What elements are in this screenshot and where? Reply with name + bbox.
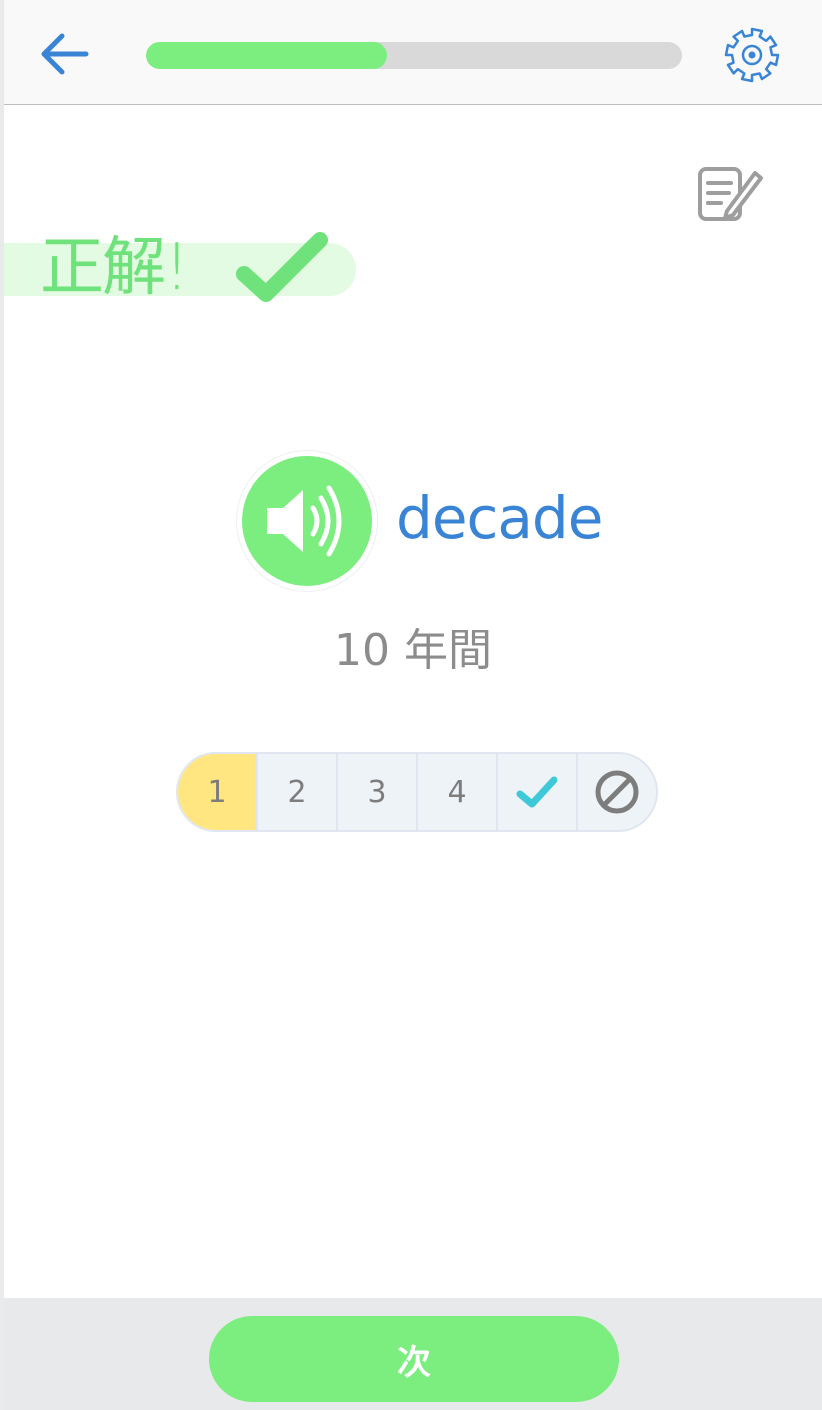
rating-selector: 1 2 3 4 [176,752,658,832]
progress-bar [146,42,682,69]
rating-option-4[interactable]: 4 [416,754,496,830]
arrow-left-icon [41,33,89,75]
gear-icon [724,27,780,83]
prohibited-icon [595,770,639,814]
word-meaning: 10 年間 [334,625,492,676]
rating-option-skip[interactable] [576,754,656,830]
vocabulary-word: decade [396,484,603,552]
checkmark-icon [236,232,328,302]
rating-option-1[interactable]: 1 [178,754,256,830]
check-icon [516,776,558,808]
speaker-icon [267,485,342,557]
note-edit-icon [698,167,763,221]
play-audio-button[interactable] [236,450,378,592]
play-audio-button-circle [242,456,372,586]
flashcard-screen: 正解! decade 10 年間 1 2 3 4 次 [0,0,822,1410]
next-button[interactable]: 次 [209,1316,619,1402]
top-bar [4,0,822,105]
rating-option-mastered[interactable] [496,754,576,830]
back-button[interactable] [34,26,94,82]
note-edit-button[interactable] [692,160,768,228]
bottom-bar: 次 [4,1298,822,1410]
correct-label: 正解! [40,231,190,305]
progress-bar-fill [146,42,388,69]
settings-button[interactable] [720,24,784,86]
rating-option-3[interactable]: 3 [336,754,416,830]
rating-option-2[interactable]: 2 [256,754,336,830]
